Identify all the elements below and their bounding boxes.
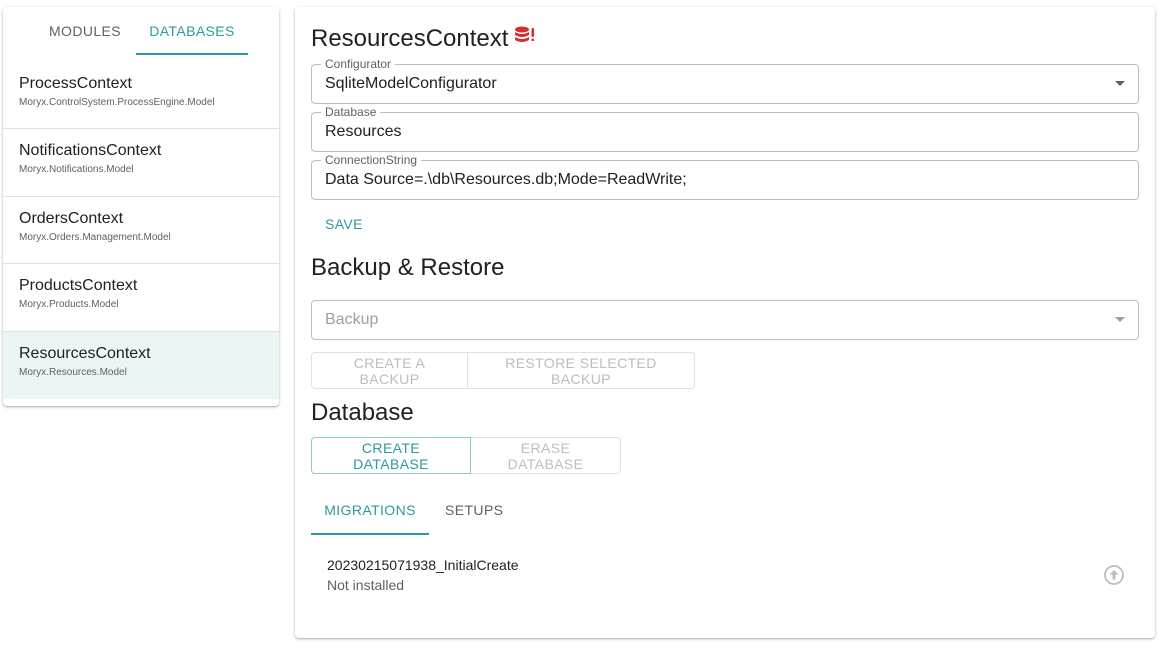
database-value: Resources [325,123,402,140]
context-name: ResourcesContext [19,344,151,362]
database-detail-panel: ResourcesContext Configurator SqliteMode… [295,7,1155,638]
context-namespace: Moryx.ControlSystem.ProcessEngine.Model [19,97,215,108]
apply-migration-upload-icon[interactable] [1103,564,1125,586]
context-name: ProcessContext [19,75,132,92]
context-item-process[interactable]: ProcessContext Moryx.ControlSystem.Proce… [3,62,279,130]
context-name: ProductsContext [19,277,138,295]
context-item-orders[interactable]: OrdersContext Moryx.Orders.Management.Mo… [3,197,279,265]
migration-status: Not installed [327,577,405,593]
configurator-select[interactable]: Configurator SqliteModelConfigurator [311,57,1139,104]
tab-migrations-label: MIGRATIONS [324,502,416,518]
context-item-resources[interactable]: ResourcesContext Moryx.Resources.Model [3,331,279,399]
create-database-button[interactable]: CREATE DATABASE [311,437,471,474]
context-namespace: Moryx.Orders.Management.Model [19,231,171,243]
page-title-row: ResourcesContext [311,23,536,55]
restore-backup-button[interactable]: RESTORE SELECTED BACKUP [468,352,695,389]
backup-select[interactable]: Backup [311,300,1139,340]
tab-setups-label: SETUPS [445,502,504,518]
tab-setups[interactable]: SETUPS [429,485,519,535]
tab-migrations[interactable]: MIGRATIONS [311,485,429,535]
tab-databases-label: DATABASES [149,23,235,39]
tab-modules[interactable]: MODULES [34,7,136,55]
tab-databases[interactable]: DATABASES [136,7,248,55]
backup-select-placeholder: Backup [325,311,379,328]
sidebar-tabs: MODULES DATABASES [3,7,279,62]
context-item-products[interactable]: ProductsContext Moryx.Products.Model [3,264,279,332]
connection-string-field[interactable]: ConnectionString Data Source=.\db\Resour… [311,153,1139,200]
migration-tabs: MIGRATIONS SETUPS [311,485,519,535]
backup-button-group: CREATE A BACKUP RESTORE SELECTED BACKUP [311,352,695,389]
chevron-down-icon [1115,317,1125,322]
configurator-value: SqliteModelConfigurator [325,75,497,92]
erase-database-button[interactable]: ERASE DATABASE [471,437,621,474]
chevron-down-icon [1115,81,1125,86]
page-title: ResourcesContext [311,25,509,52]
backup-restore-title: Backup & Restore [311,254,505,281]
tab-modules-label: MODULES [48,23,122,39]
databases-sidebar: MODULES DATABASES ProcessContext Moryx.C… [3,7,279,406]
database-field[interactable]: Database Resources [311,105,1139,152]
database-section-title: Database [311,399,414,426]
context-name: NotificationsContext [19,142,162,160]
context-namespace: Moryx.Resources.Model [19,366,127,378]
database-warning-icon [514,25,536,47]
context-item-notifications[interactable]: NotificationsContext Moryx.Notifications… [3,129,279,197]
context-namespace: Moryx.Products.Model [19,299,119,311]
create-backup-button[interactable]: CREATE A BACKUP [311,352,468,389]
migration-name: 20230215071938_InitialCreate [327,557,519,573]
connection-string-value: Data Source=.\db\Resources.db;Mode=ReadW… [325,171,687,188]
save-button[interactable]: SAVE [325,216,363,232]
migration-list-item: 20230215071938_InitialCreate Not install… [327,555,519,595]
context-name: OrdersContext [19,209,124,227]
context-list: ProcessContext Moryx.ControlSystem.Proce… [3,62,279,399]
context-namespace: Moryx.Notifications.Model [19,164,134,176]
database-button-group: CREATE DATABASE ERASE DATABASE [311,437,621,474]
